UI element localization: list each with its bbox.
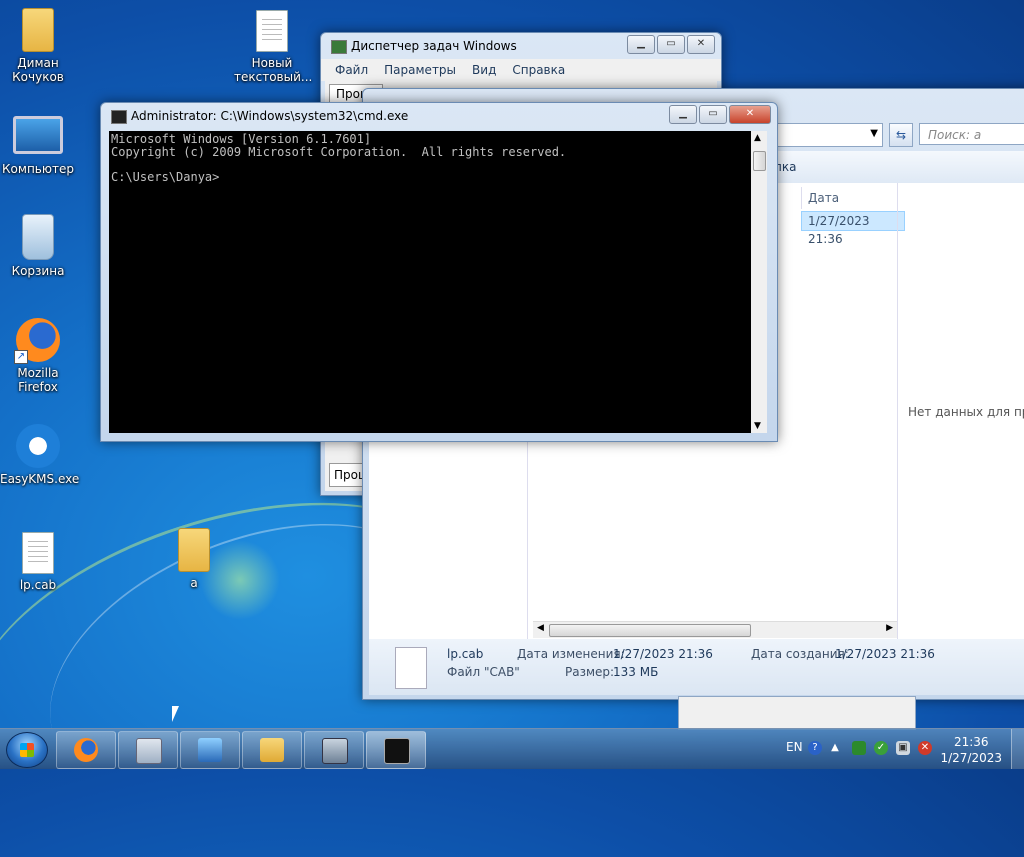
vertical-scrollbar[interactable]: ▲ ▼ bbox=[751, 131, 767, 433]
console-output[interactable]: Microsoft Windows [Version 6.1.7601] Cop… bbox=[109, 131, 751, 433]
network-icon[interactable]: ▣ bbox=[896, 741, 910, 755]
show-hidden-icons-icon[interactable]: ▲ bbox=[828, 741, 842, 755]
volume-muted-icon[interactable]: ✕ bbox=[918, 741, 932, 755]
scrollbar-thumb[interactable] bbox=[753, 151, 766, 171]
language-indicator[interactable]: EN bbox=[786, 740, 803, 754]
minimize-button[interactable]: ▁ bbox=[627, 35, 655, 54]
scroll-up-icon[interactable]: ▲ bbox=[754, 133, 761, 143]
cmd-icon bbox=[111, 110, 127, 124]
task-manager-titlebar[interactable]: Диспетчер задач Windows ▁ ▭ ✕ bbox=[321, 33, 721, 59]
cmd-title: Administrator: C:\Windows\system32\cmd.e… bbox=[131, 109, 409, 123]
firefox-icon bbox=[74, 738, 98, 762]
cmd-titlebar[interactable]: Administrator: C:\Windows\system32\cmd.e… bbox=[101, 103, 777, 129]
minimize-button[interactable]: ▁ bbox=[669, 105, 697, 124]
calculator-icon bbox=[136, 738, 162, 764]
clock-date: 1/27/2023 bbox=[940, 751, 1002, 765]
taskbar-control-panel[interactable] bbox=[180, 731, 240, 769]
desktop-icon-user-folder[interactable]: Диман Кочуков bbox=[0, 8, 76, 84]
taskbar-firefox[interactable] bbox=[56, 731, 116, 769]
desktop-icon-easykms[interactable]: EasyKMS.exe bbox=[0, 424, 80, 486]
task-manager-title: Диспетчер задач Windows bbox=[351, 39, 517, 53]
details-size-label: Размер: bbox=[565, 665, 615, 679]
details-created-value: 1/27/2023 21:36 bbox=[835, 647, 935, 661]
details-file-type: Файл "CAB" bbox=[447, 665, 520, 679]
clock-time: 21:36 bbox=[953, 735, 989, 749]
folder-icon bbox=[260, 738, 284, 762]
computer-icon bbox=[13, 116, 63, 154]
task-manager-icon bbox=[322, 738, 348, 764]
taskbar-calculator[interactable] bbox=[118, 731, 178, 769]
menu-options[interactable]: Параметры bbox=[384, 61, 456, 79]
task-manager-menubar: Файл Параметры Вид Справка bbox=[321, 59, 721, 81]
desktop-icon-firefox[interactable]: ↗ Mozilla Firefox bbox=[0, 318, 76, 394]
scroll-right-icon[interactable]: ▶ bbox=[886, 623, 893, 633]
easykms-icon bbox=[16, 424, 60, 468]
start-button[interactable] bbox=[6, 732, 48, 768]
horizontal-scrollbar[interactable]: ◀ ▶ bbox=[533, 621, 897, 638]
hardware-icon[interactable] bbox=[852, 741, 866, 755]
preview-pane: Нет данных для предва bbox=[897, 183, 1024, 639]
desktop-icon-new-text[interactable]: Новый текстовый... bbox=[234, 10, 313, 84]
clock[interactable]: 21:36 1/27/2023 bbox=[940, 734, 1002, 766]
maximize-button[interactable]: ▭ bbox=[657, 35, 685, 54]
details-size-value: 133 МБ bbox=[613, 665, 659, 679]
shortcut-arrow-icon: ↗ bbox=[14, 350, 28, 364]
table-row[interactable]: 1/27/2023 21:36 bbox=[801, 211, 905, 246]
column-header-date-modified[interactable]: Дата изменения bbox=[801, 187, 904, 227]
preview-empty-text: Нет данных для предва bbox=[908, 405, 1024, 419]
desktop-icon-label: a bbox=[190, 576, 198, 590]
desktop-icon-computer[interactable]: Компьютер bbox=[0, 116, 76, 176]
folder-icon bbox=[178, 528, 210, 572]
chevron-down-icon[interactable]: ▼ bbox=[870, 128, 878, 139]
mouse-cursor-icon bbox=[172, 706, 179, 722]
taskbar-explorer[interactable] bbox=[242, 731, 302, 769]
scrollbar-thumb[interactable] bbox=[549, 624, 751, 637]
scroll-down-icon[interactable]: ▼ bbox=[754, 421, 761, 431]
scroll-left-icon[interactable]: ◀ bbox=[537, 623, 544, 633]
desktop-icon-lp-cab[interactable]: lp.cab bbox=[0, 532, 76, 592]
close-button[interactable]: ✕ bbox=[729, 105, 771, 124]
close-button[interactable]: ✕ bbox=[687, 35, 715, 54]
desktop-icon-label: Компьютер bbox=[2, 162, 74, 176]
desktop-icon-label: Диман Кочуков bbox=[12, 56, 64, 84]
help-icon[interactable]: ? bbox=[808, 741, 822, 755]
show-desktop-button[interactable] bbox=[1011, 729, 1024, 769]
search-input[interactable]: Поиск: a bbox=[919, 123, 1024, 145]
cmd-icon bbox=[384, 738, 410, 764]
control-panel-icon bbox=[198, 738, 222, 762]
address-bar[interactable]: ▼ bbox=[763, 123, 883, 147]
details-file-name: lp.cab bbox=[447, 647, 484, 661]
text-document-icon bbox=[256, 10, 288, 52]
action-center-icon[interactable]: ✓ bbox=[874, 741, 888, 755]
taskbar: EN ? ▲ ✓ ▣ ✕ 21:36 1/27/2023 bbox=[0, 728, 1024, 769]
desktop-icon-label: EasyKMS.exe bbox=[0, 472, 80, 486]
task-manager-icon bbox=[331, 40, 347, 54]
menu-help[interactable]: Справка bbox=[512, 61, 565, 79]
desktop-icon-label: Корзина bbox=[11, 264, 65, 278]
menu-view[interactable]: Вид bbox=[472, 61, 496, 79]
file-icon bbox=[395, 647, 427, 689]
cmd-window[interactable]: Administrator: C:\Windows\system32\cmd.e… bbox=[100, 102, 778, 442]
desktop-icon-recycle-bin[interactable]: Корзина bbox=[0, 214, 76, 278]
taskbar-cmd[interactable] bbox=[366, 731, 426, 769]
details-modified-label: Дата изменения: bbox=[517, 647, 625, 661]
user-folder-icon bbox=[22, 8, 54, 52]
background-window-fragment bbox=[678, 696, 916, 730]
details-modified-value: 1/27/2023 21:36 bbox=[613, 647, 713, 661]
system-tray: EN ? ▲ ✓ ▣ ✕ 21:36 1/27/2023 bbox=[774, 729, 1024, 769]
desktop-icon-label: Новый текстовый... bbox=[234, 56, 313, 84]
recycle-bin-icon bbox=[22, 214, 54, 260]
taskbar-task-manager[interactable] bbox=[304, 731, 364, 769]
file-icon bbox=[22, 532, 54, 574]
details-pane: lp.cab Файл "CAB" Дата изменения: 1/27/2… bbox=[369, 639, 1024, 695]
desktop-icon-label: Mozilla Firefox bbox=[17, 366, 59, 394]
maximize-button[interactable]: ▭ bbox=[699, 105, 727, 124]
desktop-icon-label: lp.cab bbox=[19, 578, 57, 592]
desktop-icon-folder-a[interactable]: a bbox=[156, 528, 232, 590]
refresh-button[interactable]: ⇆ bbox=[889, 123, 913, 147]
firefox-icon: ↗ bbox=[14, 318, 60, 364]
menu-file[interactable]: Файл bbox=[335, 61, 368, 79]
